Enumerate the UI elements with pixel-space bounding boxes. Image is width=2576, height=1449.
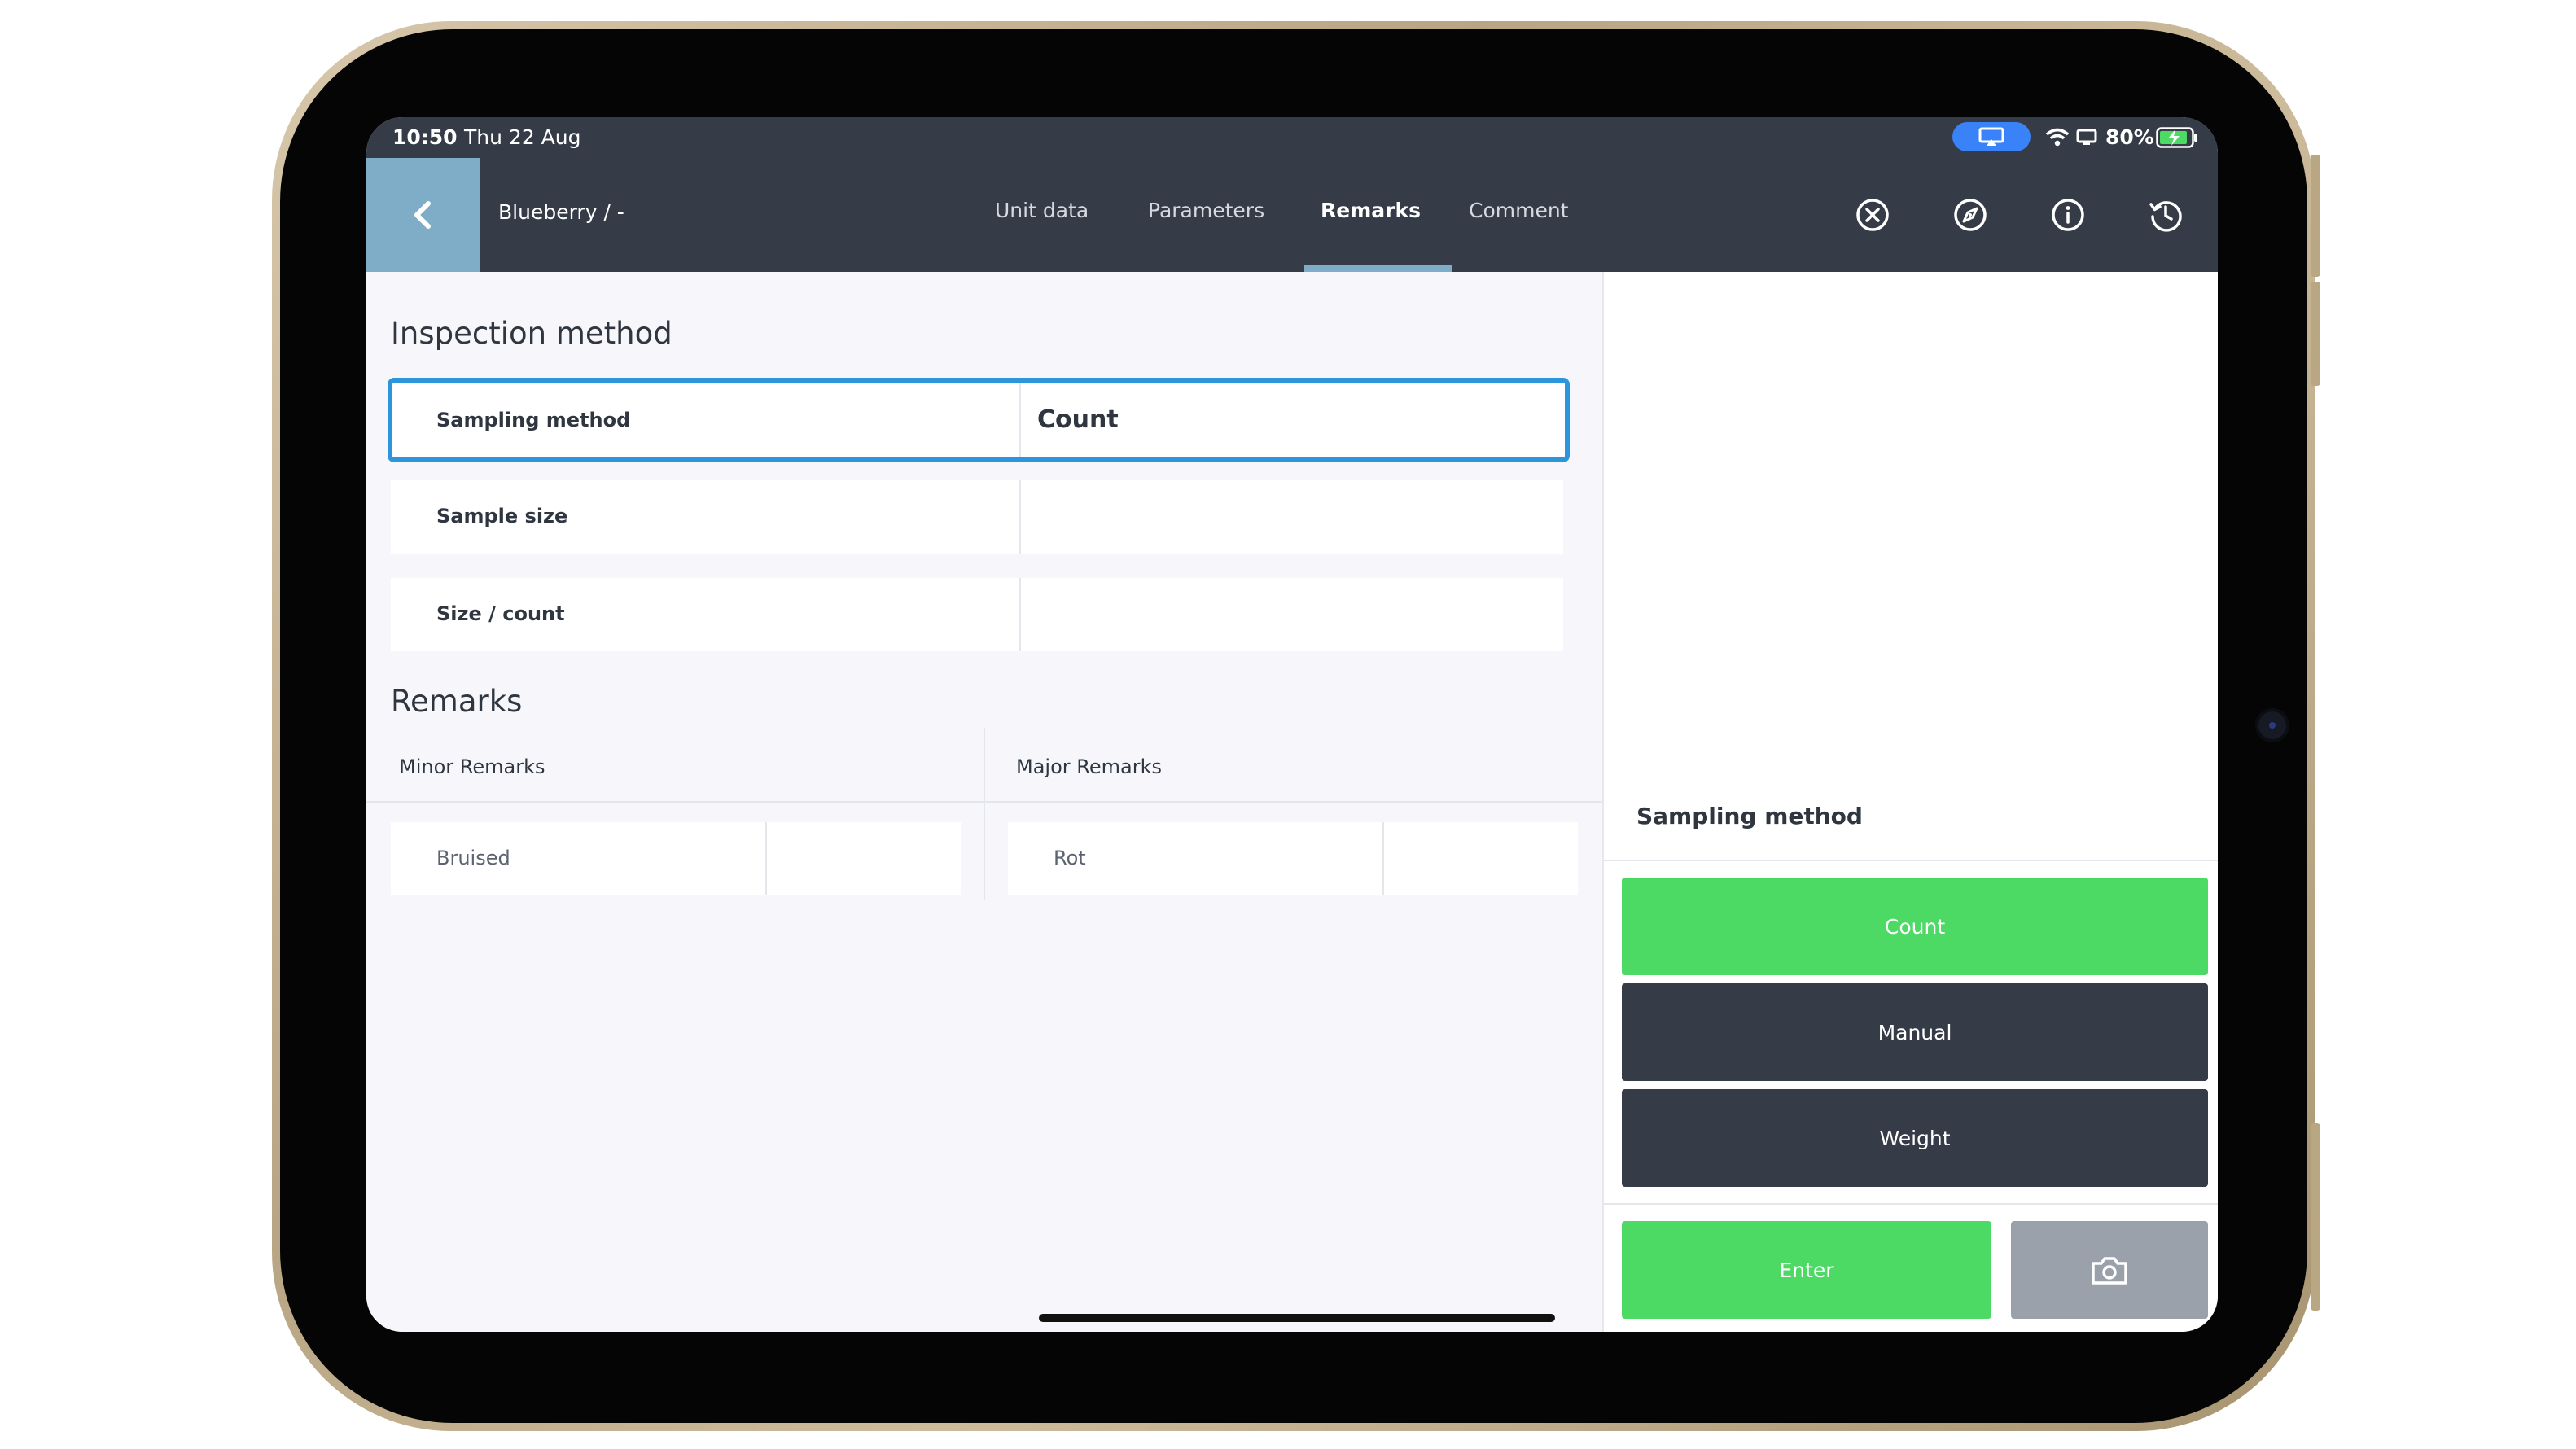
remark-name: Rot bbox=[1054, 847, 1086, 869]
option-weight-button[interactable]: Weight bbox=[1622, 1089, 2208, 1187]
remarks-title: Remarks bbox=[391, 684, 523, 719]
remark-name: Bruised bbox=[436, 847, 510, 869]
chevron-left-icon bbox=[414, 201, 431, 229]
remark-divider bbox=[765, 822, 767, 895]
status-bar: 10:50 Thu 22 Aug 80% bbox=[366, 117, 2218, 158]
status-time: 10:50 bbox=[392, 125, 458, 149]
power-button bbox=[2311, 1123, 2320, 1311]
camera-icon bbox=[2092, 1257, 2127, 1285]
back-button[interactable] bbox=[366, 158, 480, 272]
front-camera bbox=[2255, 708, 2289, 742]
option-manual-button[interactable]: Manual bbox=[1622, 983, 2208, 1081]
side-panel-divider bbox=[1604, 860, 2218, 861]
side-panel-divider bbox=[1604, 1203, 2218, 1205]
close-circle-icon[interactable] bbox=[1855, 197, 1890, 233]
active-tab-indicator bbox=[1304, 265, 1452, 272]
sample-size-row[interactable]: Sample size bbox=[391, 480, 1563, 554]
inspection-method-title: Inspection method bbox=[391, 316, 672, 351]
tab-remarks[interactable]: Remarks bbox=[1321, 199, 1421, 222]
display-icon bbox=[2076, 129, 2097, 145]
row-divider bbox=[1019, 578, 1021, 651]
home-indicator[interactable] bbox=[1039, 1314, 1555, 1322]
status-date: Thu 22 Aug bbox=[464, 125, 581, 149]
camera-button[interactable] bbox=[2011, 1221, 2208, 1319]
side-panel-title: Sampling method bbox=[1636, 803, 1863, 830]
battery-charging-icon bbox=[2156, 127, 2197, 148]
sampling-method-row[interactable]: Sampling method Count bbox=[388, 378, 1570, 462]
wifi-icon bbox=[2045, 128, 2070, 147]
screen: 10:50 Thu 22 Aug 80% Blueberry / - Unit … bbox=[366, 117, 2218, 1332]
size-count-label: Size / count bbox=[436, 602, 565, 625]
tab-unit-data[interactable]: Unit data bbox=[995, 199, 1089, 222]
main-panel: Inspection method Sampling method Count … bbox=[366, 272, 1602, 1332]
major-remark-rot[interactable]: Rot bbox=[1008, 822, 1578, 895]
sampling-method-value: Count bbox=[1037, 405, 1119, 434]
nav-bar: Blueberry / - Unit data Parameters Remar… bbox=[366, 158, 2218, 272]
size-count-row[interactable]: Size / count bbox=[391, 578, 1563, 651]
side-panel: Sampling method Count Manual Weight Ente… bbox=[1602, 272, 2218, 1332]
row-divider bbox=[1019, 480, 1021, 554]
row-divider bbox=[1019, 383, 1021, 457]
volume-down-button bbox=[2311, 282, 2320, 386]
compass-icon[interactable] bbox=[1952, 197, 1988, 233]
option-count-button[interactable]: Count bbox=[1622, 878, 2208, 975]
tab-parameters[interactable]: Parameters bbox=[1148, 199, 1264, 222]
remarks-column-divider bbox=[984, 728, 985, 900]
tab-comment[interactable]: Comment bbox=[1469, 199, 1569, 222]
remark-divider bbox=[1382, 822, 1384, 895]
sampling-method-label: Sampling method bbox=[436, 409, 631, 431]
battery-percentage: 80% bbox=[2105, 125, 2154, 149]
history-icon[interactable] bbox=[2148, 197, 2184, 233]
sample-size-label: Sample size bbox=[436, 505, 568, 528]
minor-remarks-header: Minor Remarks bbox=[399, 755, 545, 778]
major-remarks-header: Major Remarks bbox=[1016, 755, 1162, 778]
volume-up-button bbox=[2311, 155, 2320, 277]
screen-mirroring-icon bbox=[1952, 122, 2031, 151]
product-title: Blueberry / - bbox=[498, 200, 624, 224]
enter-button[interactable]: Enter bbox=[1622, 1221, 1991, 1319]
info-icon[interactable] bbox=[2050, 197, 2086, 233]
minor-remark-bruised[interactable]: Bruised bbox=[391, 822, 961, 895]
